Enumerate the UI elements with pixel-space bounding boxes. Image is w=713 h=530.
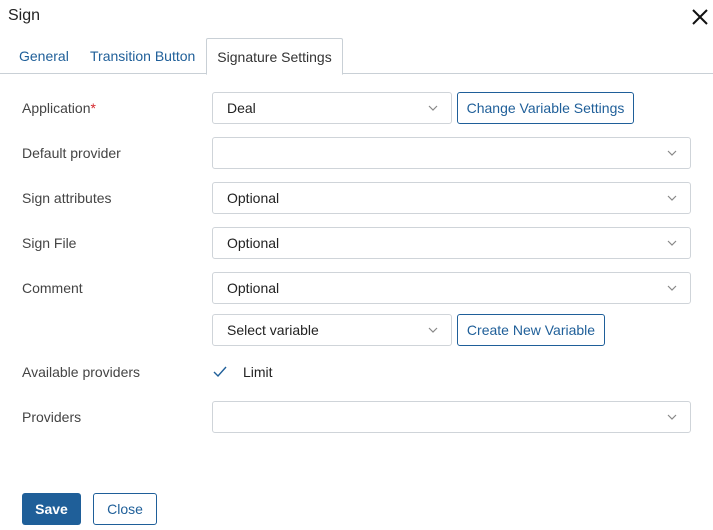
chevron-down-icon: [667, 414, 677, 420]
sign-file-select[interactable]: Optional: [212, 227, 691, 259]
limit-checkbox-label[interactable]: Limit: [243, 364, 273, 380]
create-new-variable-button[interactable]: Create New Variable: [457, 314, 605, 346]
default-provider-label: Default provider: [22, 145, 121, 161]
chevron-down-icon: [428, 105, 438, 111]
sign-attributes-value: Optional: [227, 190, 280, 206]
available-providers-label: Available providers: [22, 364, 141, 380]
tab-transition-button[interactable]: Transition Button: [90, 38, 195, 74]
comment-select[interactable]: Optional: [212, 272, 691, 304]
providers-label: Providers: [22, 409, 82, 425]
limit-checkbox[interactable]: [212, 364, 228, 380]
sign-attributes-select[interactable]: Optional: [212, 182, 691, 214]
dialog-title: Sign: [8, 7, 41, 24]
close-icon[interactable]: [690, 7, 710, 27]
default-provider-select[interactable]: [212, 137, 691, 169]
sign-dialog: Sign General Transition Button Signature…: [0, 0, 713, 530]
application-label: Application*: [22, 100, 96, 116]
change-variable-settings-button[interactable]: Change Variable Settings: [457, 92, 634, 124]
chevron-down-icon: [667, 195, 677, 201]
application-select[interactable]: Deal: [212, 92, 452, 124]
sign-attributes-label: Sign attributes: [22, 190, 112, 206]
comment-value: Optional: [227, 280, 280, 296]
sign-file-value: Optional: [227, 235, 280, 251]
tab-general[interactable]: General: [19, 38, 69, 74]
application-select-value: Deal: [227, 100, 256, 116]
chevron-down-icon: [428, 327, 438, 333]
providers-select[interactable]: [212, 401, 691, 433]
save-button[interactable]: Save: [22, 493, 81, 525]
chevron-down-icon: [667, 150, 677, 156]
select-variable-select[interactable]: Select variable: [212, 314, 452, 346]
close-button[interactable]: Close: [93, 493, 157, 525]
tab-bar: General Transition Button Signature Sett…: [0, 38, 713, 75]
chevron-down-icon: [667, 240, 677, 246]
select-variable-value: Select variable: [227, 322, 319, 338]
sign-file-label: Sign File: [22, 235, 77, 251]
comment-label: Comment: [22, 280, 83, 296]
chevron-down-icon: [667, 285, 677, 291]
application-label-text: Application: [22, 100, 91, 116]
required-mark: *: [90, 100, 96, 116]
tab-signature-settings[interactable]: Signature Settings: [206, 38, 343, 75]
